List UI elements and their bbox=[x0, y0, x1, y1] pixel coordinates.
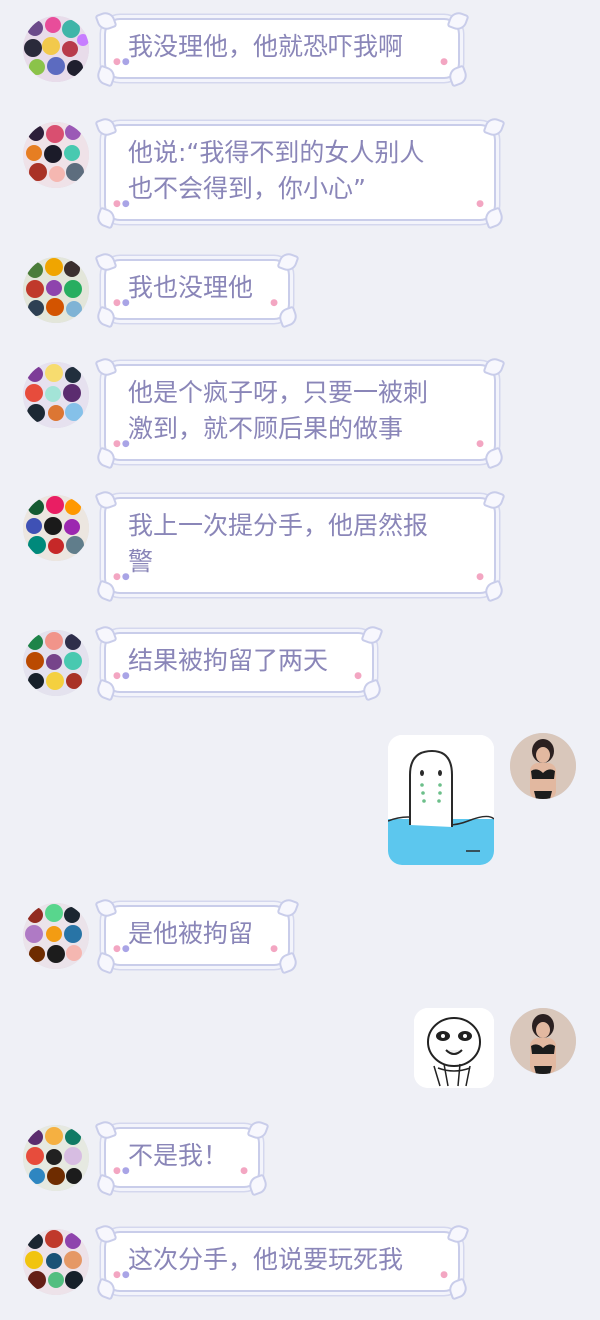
message-text: 他说:“我得不到的女人别人 也不会得到，你小心” bbox=[128, 138, 425, 203]
message-text: 不是我！ bbox=[128, 1141, 229, 1170]
message-text: 这次分手，他说要玩死我 bbox=[128, 1245, 404, 1274]
ghost-sticker[interactable] bbox=[388, 735, 494, 865]
message-text: 我也没理他 bbox=[128, 273, 254, 302]
contact-avatar[interactable] bbox=[23, 903, 89, 969]
message-bubble[interactable]: ●● ● 不是我！ bbox=[94, 1118, 270, 1197]
message-bubble[interactable]: ●● ● 这次分手，他说要玩死我 bbox=[94, 1222, 470, 1301]
message-bubble[interactable]: ●● ● 我没理他，他就恐吓我啊 bbox=[94, 9, 470, 88]
contact-avatar[interactable] bbox=[23, 1125, 89, 1191]
message-text: 结果被拘留了两天 bbox=[128, 646, 329, 675]
meme-face-sticker[interactable] bbox=[414, 1008, 494, 1088]
message-text: 我没理他，他就恐吓我啊 bbox=[128, 32, 404, 61]
contact-avatar[interactable] bbox=[23, 1229, 89, 1295]
contact-avatar[interactable] bbox=[23, 630, 89, 696]
contact-avatar[interactable] bbox=[23, 495, 89, 561]
chat-thread: ●● ● 我没理他，他就恐吓我啊 ●● ● 他说:“我得不到的女人别人 也不会得… bbox=[0, 0, 600, 1320]
message-text: 是他被拘留 bbox=[128, 919, 254, 948]
message-bubble[interactable]: ●● ● 我上一次提分手，他居然报 警 bbox=[94, 488, 506, 603]
contact-avatar[interactable] bbox=[23, 122, 89, 188]
message-bubble[interactable]: ●● ● 他说:“我得不到的女人别人 也不会得到，你小心” bbox=[94, 115, 506, 230]
contact-avatar[interactable] bbox=[23, 16, 89, 82]
message-bubble[interactable]: ●● ● 他是个疯子呀，只要一被刺 激到，就不顾后果的做事 bbox=[94, 355, 506, 470]
contact-avatar[interactable] bbox=[23, 257, 89, 323]
user-avatar[interactable] bbox=[510, 1008, 576, 1074]
user-avatar[interactable] bbox=[510, 733, 576, 799]
message-text: 他是个疯子呀，只要一被刺 激到，就不顾后果的做事 bbox=[128, 378, 429, 443]
message-bubble[interactable]: ●● ● 我也没理他 bbox=[94, 250, 300, 329]
message-text: 我上一次提分手，他居然报 警 bbox=[128, 511, 429, 576]
contact-avatar[interactable] bbox=[23, 362, 89, 428]
message-bubble[interactable]: ●● ● 是他被拘留 bbox=[94, 896, 300, 975]
message-bubble[interactable]: ●● ● 结果被拘留了两天 bbox=[94, 623, 384, 702]
